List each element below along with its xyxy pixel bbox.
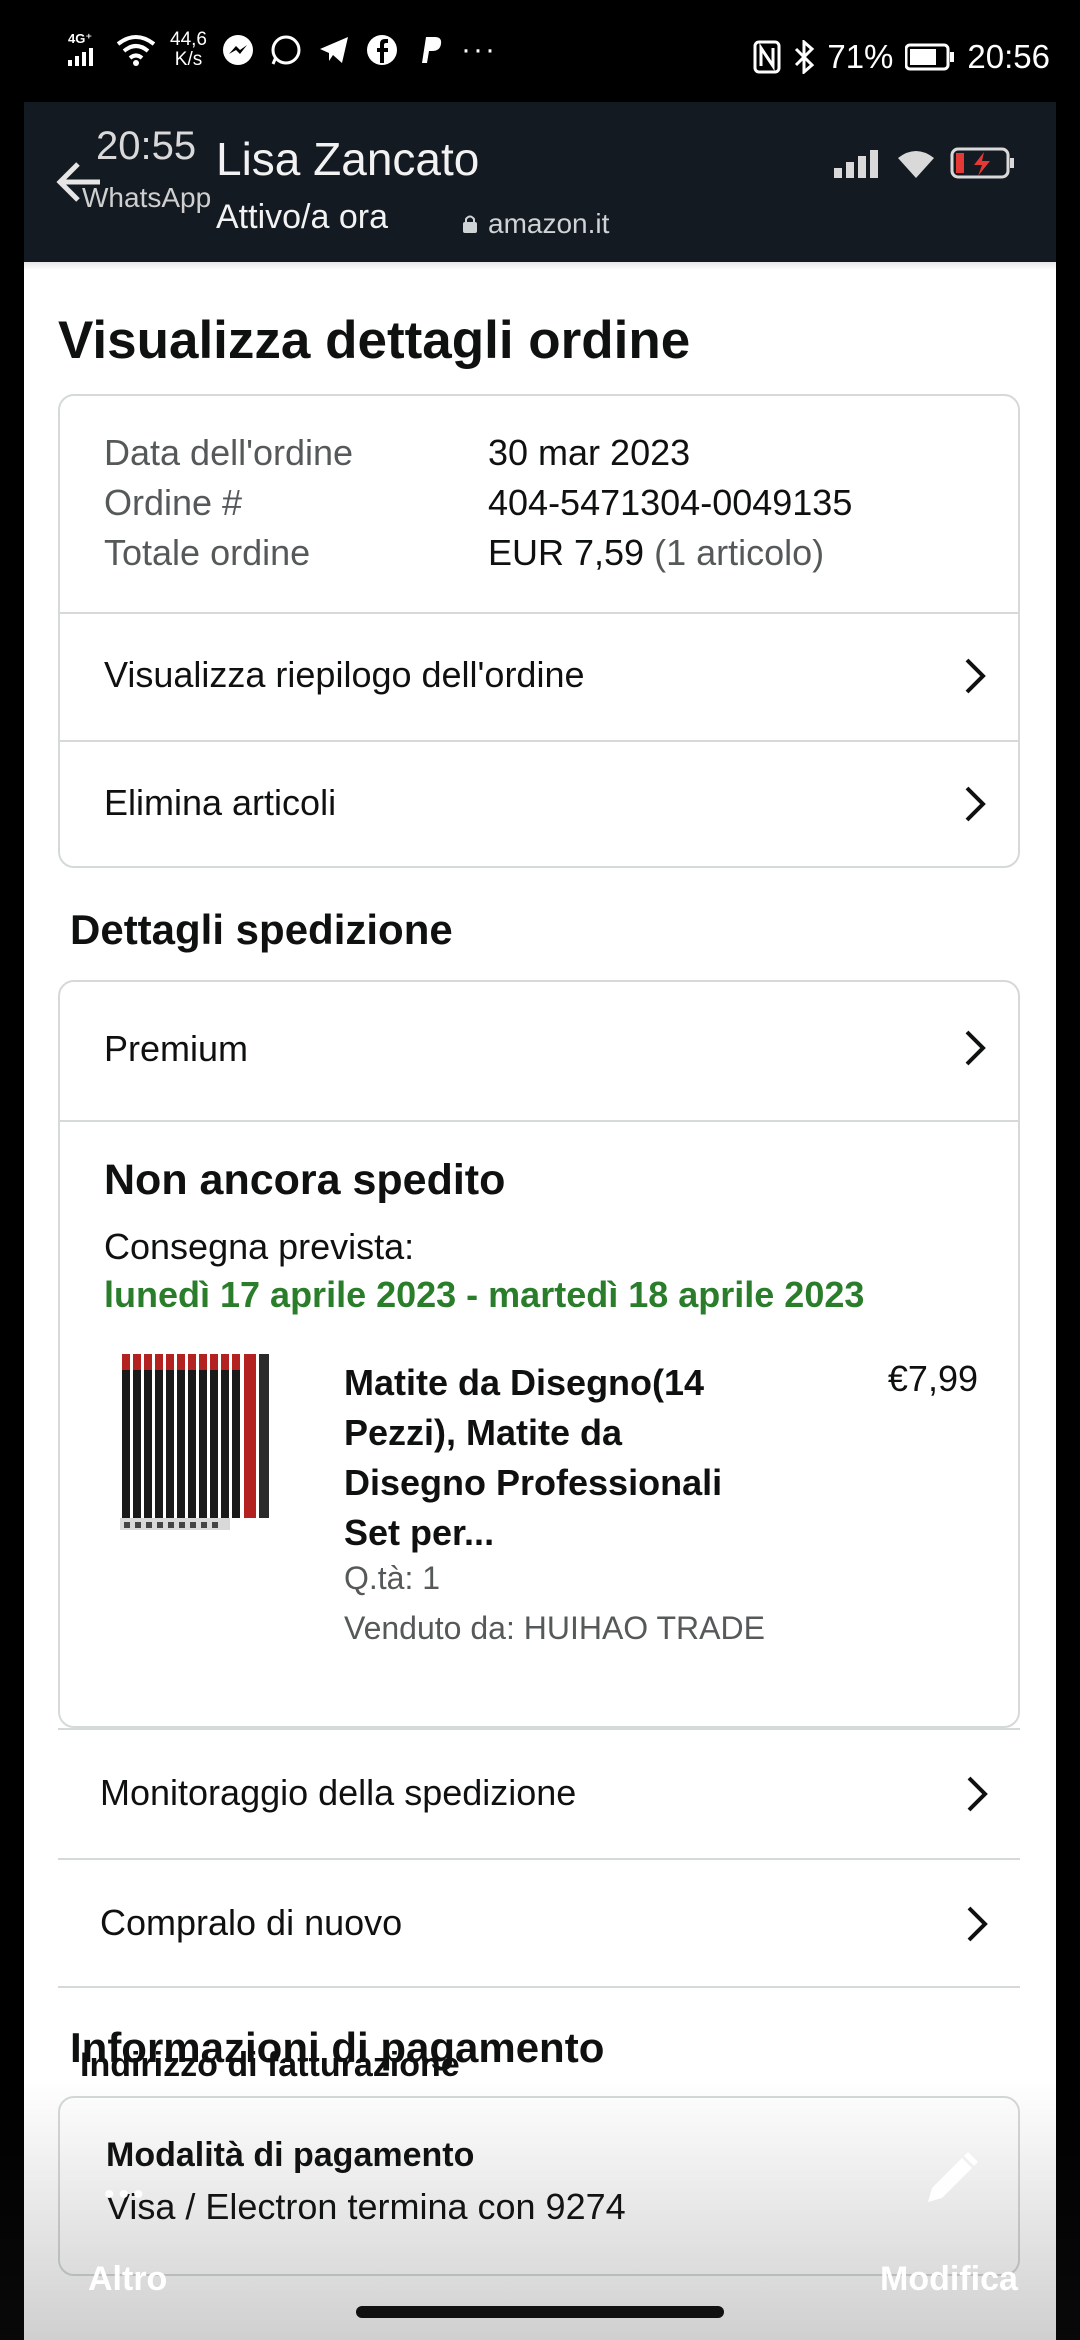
payment-card: Modalità di pagamento Visa / Electron te…	[58, 2096, 1020, 2276]
speed-unit: K/s	[174, 49, 203, 70]
speed-value: 44,6	[170, 29, 207, 50]
home-indicator[interactable]	[356, 2306, 724, 2318]
billing-address-title: Indirizzo di fatturazione	[80, 2046, 460, 2084]
shipment-status: Non ancora spedito	[104, 1156, 506, 1204]
product-title[interactable]: Matite da Disegno(14 Pezzi), Matite da D…	[344, 1358, 744, 1558]
status-bar: 4G⁺ 44,6 K/s ··· 71% 20:56	[0, 0, 1080, 100]
battery-icon	[905, 43, 955, 71]
order-summary-label: Visualizza riepilogo dell'ordine	[104, 654, 585, 695]
payment-method-value: Visa / Electron termina con 9274	[106, 2186, 626, 2227]
contact-name[interactable]: Lisa Zancato	[216, 132, 479, 186]
divider	[60, 1120, 1018, 1122]
expected-delivery-range: lunedì 17 aprile 2023 - martedì 18 april…	[104, 1274, 865, 1315]
track-shipment-row[interactable]: Monitoraggio della spedizione	[58, 1730, 1020, 1858]
facebook-icon	[366, 35, 397, 65]
overlay-app-label: WhatsApp	[82, 182, 212, 213]
clock: 20:56	[967, 38, 1050, 75]
track-shipment-label: Monitoraggio della spedizione	[100, 1772, 577, 1813]
payment-method-title: Modalità di pagamento	[106, 2136, 475, 2174]
page-top-shadow	[24, 262, 1056, 270]
signal-icon	[68, 47, 93, 66]
order-info-card: Data dell'ordine 30 mar 2023 Ordine # 40…	[58, 394, 1020, 868]
chevron-right-icon	[967, 1776, 988, 1812]
order-total: EUR 7,59 (1 articolo)	[488, 532, 824, 574]
divider	[58, 1986, 1020, 1988]
chevron-right-icon	[965, 1030, 986, 1066]
shipping-method-row[interactable]: Premium	[60, 982, 1018, 1120]
more-button[interactable]: Altro	[88, 2260, 167, 2299]
wifi-icon	[116, 35, 156, 66]
product-price: €7,99	[887, 1358, 978, 1399]
delete-items-label: Elimina articoli	[104, 782, 337, 823]
telegram-icon	[319, 37, 348, 63]
buy-again-row[interactable]: Compralo di nuovo	[58, 1860, 1020, 1988]
edit-button[interactable]: Modifica	[880, 2260, 1018, 2299]
battery-charging-icon	[950, 147, 1014, 179]
browser-url: amazon.it	[462, 208, 609, 240]
more-dots-icon[interactable]: •••	[104, 2178, 148, 2212]
signal-bars-icon	[834, 150, 878, 178]
nfc-icon	[753, 40, 781, 74]
expected-delivery-label: Consegna prevista:	[104, 1226, 415, 1267]
chevron-right-icon	[965, 658, 986, 694]
overlay-status-icons	[834, 146, 1016, 180]
product-seller: Venduto da: HUIHAO TRADE	[344, 1610, 765, 1646]
network-speed: 44,6 K/s	[170, 30, 207, 70]
shipping-section-title: Dettagli spedizione	[70, 906, 453, 953]
amazon-order-page: Visualizza dettagli ordine Data dell'ord…	[24, 262, 1056, 2340]
wifi-icon	[898, 151, 934, 178]
battery-percent: 71%	[827, 38, 894, 75]
status-right: 71% 20:56	[753, 38, 1050, 76]
url-text: amazon.it	[488, 208, 610, 239]
status-left: 4G⁺ 44,6 K/s ···	[68, 30, 497, 70]
paypal-icon	[421, 37, 442, 63]
order-total-items: (1 articolo)	[654, 532, 825, 573]
order-number-label: Ordine #	[104, 482, 243, 523]
buy-again-label: Compralo di nuovo	[100, 1902, 403, 1943]
product-quantity: Q.tà: 1	[344, 1560, 441, 1596]
chevron-right-icon	[967, 1906, 988, 1942]
delete-items-row[interactable]: Elimina articoli	[60, 742, 1018, 868]
contact-status: Attivo/a ora	[216, 198, 388, 236]
page-title: Visualizza dettagli ordine	[58, 311, 691, 370]
order-summary-row[interactable]: Visualizza riepilogo dell'ordine	[60, 614, 1018, 740]
lock-icon	[463, 215, 477, 233]
product-image[interactable]	[120, 1354, 272, 1534]
order-total-label: Totale ordine	[104, 532, 311, 573]
bluetooth-icon	[795, 40, 815, 74]
pencil-edit-icon[interactable]	[918, 2148, 982, 2212]
order-total-value: EUR 7,59	[488, 532, 645, 573]
chevron-right-icon	[965, 786, 986, 822]
shipping-method-label: Premium	[104, 1028, 249, 1069]
order-date-value: 30 mar 2023	[488, 432, 691, 473]
whatsapp-icon	[271, 35, 301, 65]
chat-overlay-header: 20:55 WhatsApp Lisa Zancato Attivo/a ora…	[24, 102, 1056, 262]
overlay-time: 20:55	[96, 124, 197, 168]
shipping-card: Premium Non ancora spedito Consegna prev…	[58, 980, 1020, 1728]
messenger-icon	[222, 35, 253, 65]
more-notifications-icon: ···	[460, 33, 497, 66]
order-date-label: Data dell'ordine	[104, 432, 354, 473]
order-number-value: 404-5471304-0049135	[488, 482, 853, 523]
network-indicator: 4G⁺	[68, 30, 102, 69]
network-label: 4G⁺	[68, 30, 93, 46]
